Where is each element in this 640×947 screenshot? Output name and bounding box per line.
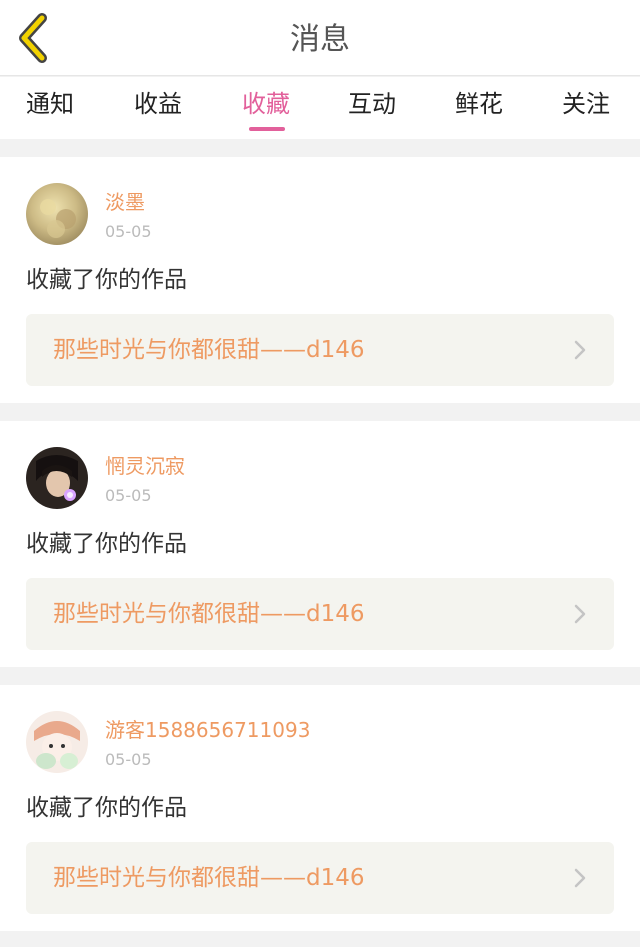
work-title: 那些时光与你都很甜——d146 [53,337,365,363]
tab-earnings[interactable]: 收益 [134,87,182,121]
message-date: 05-05 [105,222,152,241]
username[interactable]: 游客1588656711093 [105,716,310,744]
message-date: 05-05 [105,486,152,505]
action-text: 收藏了你的作品 [26,267,187,293]
message-card: 惘灵沉寂 05-05 收藏了你的作品 那些时光与你都很甜——d146 [0,421,640,667]
header-bar: 消息 [0,0,640,76]
chevron-right-icon [574,340,586,360]
tab-flowers[interactable]: 鲜花 [455,87,503,121]
page-title: 消息 [290,22,350,57]
username[interactable]: 淡墨 [105,188,145,216]
message-card: 淡墨 05-05 收藏了你的作品 那些时光与你都很甜——d146 [0,157,640,403]
work-link[interactable]: 那些时光与你都很甜——d146 [26,314,614,386]
work-link[interactable]: 那些时光与你都很甜——d146 [26,578,614,650]
avatar[interactable] [26,183,88,245]
tab-follows[interactable]: 关注 [562,87,610,121]
tab-interactions[interactable]: 互动 [348,87,396,121]
tab-notifications[interactable]: 通知 [26,87,74,121]
chevron-right-icon [574,868,586,888]
action-text: 收藏了你的作品 [26,531,187,557]
work-link[interactable]: 那些时光与你都很甜——d146 [26,842,614,914]
avatar[interactable] [26,711,88,773]
active-tab-indicator [249,127,285,131]
avatar[interactable] [26,447,88,509]
message-date: 05-05 [105,750,152,769]
action-text: 收藏了你的作品 [26,795,187,821]
work-title: 那些时光与你都很甜——d146 [53,865,365,891]
message-card: 游客1588656711093 05-05 收藏了你的作品 那些时光与你都很甜—… [0,685,640,931]
tab-bar: 通知 收益 收藏 互动 鲜花 关注 [0,77,640,139]
username[interactable]: 惘灵沉寂 [105,452,185,480]
tab-favorites[interactable]: 收藏 [242,87,290,121]
work-title: 那些时光与你都很甜——d146 [53,601,365,627]
chevron-right-icon [574,604,586,624]
